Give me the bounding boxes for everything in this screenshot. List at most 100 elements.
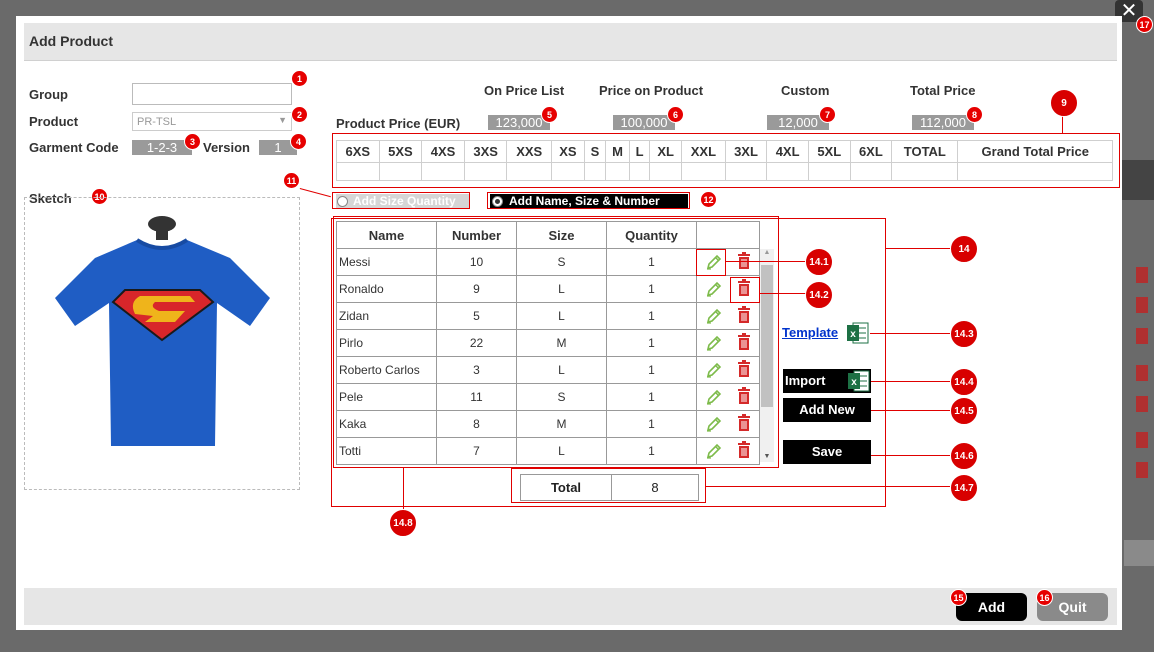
template-link[interactable]: Template: [782, 325, 838, 340]
size-cell[interactable]: [336, 162, 380, 181]
player-size: L: [516, 437, 607, 465]
table-row: Zidan 5 L 1: [336, 302, 760, 330]
row-actions: [696, 329, 760, 357]
size-cell[interactable]: [629, 162, 651, 181]
annotation-badge-14-5: 14.5: [950, 397, 978, 425]
size-cell[interactable]: [506, 162, 552, 181]
player-size: L: [516, 302, 607, 330]
scrollbar-thumb[interactable]: [761, 265, 773, 407]
size-cell[interactable]: [649, 162, 683, 181]
svg-text:x: x: [851, 377, 857, 388]
size-col-6xs: 6XS: [336, 140, 380, 163]
annotation-line-14-4: [871, 381, 950, 382]
col-actions: [696, 221, 760, 249]
annotation-badge-14-7: 14.7: [950, 474, 978, 502]
save-button[interactable]: Save: [783, 440, 871, 464]
pencil-icon[interactable]: [705, 388, 723, 409]
import-button[interactable]: Import x: [783, 369, 871, 393]
chevron-down-icon: ▼: [278, 115, 287, 125]
player-quantity: 1: [606, 356, 697, 384]
size-cell[interactable]: [724, 162, 768, 181]
size-cell[interactable]: [421, 162, 465, 181]
players-scrollbar[interactable]: ▲ ▼: [760, 249, 774, 462]
player-name: Totti: [336, 437, 437, 465]
size-cell[interactable]: [849, 162, 893, 181]
annotation-line-14-3: [870, 333, 950, 334]
annotation-badge-1: 1: [291, 70, 308, 87]
size-col-4xs: 4XS: [421, 140, 465, 163]
radio-unchecked[interactable]: [337, 196, 348, 207]
excel-icon: x: [848, 370, 870, 400]
scroll-down-icon[interactable]: ▼: [760, 453, 774, 460]
pencil-icon[interactable]: [705, 415, 723, 436]
annotation-line-14-2: [760, 293, 806, 294]
player-size: L: [516, 356, 607, 384]
annotation-badge-3: 3: [184, 133, 201, 150]
size-col-xs: XS: [550, 140, 585, 163]
annotation-badge-14: 14: [950, 235, 978, 263]
player-number: 7: [436, 437, 517, 465]
table-row: Totti 7 L 1: [336, 437, 760, 465]
product-label: Product: [29, 114, 79, 129]
pencil-icon[interactable]: [705, 361, 723, 382]
annotation-badge-14-4: 14.4: [950, 368, 978, 396]
add-name-size-number-option[interactable]: Add Name, Size & Number: [490, 194, 688, 208]
size-cell[interactable]: [378, 162, 423, 181]
pencil-icon[interactable]: [705, 307, 723, 328]
player-quantity: 1: [606, 383, 697, 411]
table-row: Pirlo 22 M 1: [336, 329, 760, 357]
size-cell[interactable]: [604, 162, 631, 181]
trash-icon[interactable]: [737, 333, 751, 354]
add-name-size-number-label: Add Name, Size & Number: [509, 194, 660, 208]
row-actions: [696, 410, 760, 438]
pencil-icon[interactable]: [705, 334, 723, 355]
size-cell[interactable]: [766, 162, 809, 181]
trash-icon[interactable]: [737, 387, 751, 408]
add-new-button[interactable]: Add New: [783, 398, 871, 422]
players-body: Messi 10 S 1 Ronaldo 9 L 1 Zidan 5 L 1 Pirlo 22 M 1 Robe…: [336, 248, 760, 465]
radio-checked[interactable]: [492, 196, 503, 207]
size-cell[interactable]: [681, 162, 726, 181]
price-header-custom: Custom: [781, 83, 830, 98]
player-name: Pele: [336, 383, 437, 411]
size-cell[interactable]: [463, 162, 508, 181]
scroll-up-icon[interactable]: ▲: [760, 249, 774, 256]
annotation-badge-14-6: 14.6: [950, 442, 978, 470]
row-actions: [696, 437, 760, 465]
product-select[interactable]: PR-TSL ▼: [132, 112, 292, 131]
group-input[interactable]: [132, 83, 292, 105]
total-value: 8: [611, 474, 699, 501]
size-cell[interactable]: [583, 162, 606, 181]
import-label: Import: [785, 373, 826, 388]
player-name: Pirlo: [336, 329, 437, 357]
group-label: Group: [29, 87, 68, 102]
sketch-area: [24, 197, 300, 490]
trash-icon[interactable]: [737, 252, 751, 273]
player-number: 5: [436, 302, 517, 330]
excel-icon[interactable]: x: [847, 322, 869, 347]
product-select-value: PR-TSL: [137, 116, 177, 128]
player-number: 11: [436, 383, 517, 411]
annotation-badge-8: 8: [966, 106, 983, 123]
pencil-icon[interactable]: [705, 280, 723, 301]
trash-icon[interactable]: [737, 441, 751, 462]
annotation-badge-16: 16: [1036, 589, 1053, 606]
pencil-icon[interactable]: [705, 442, 723, 463]
annotation-badge-11: 11: [283, 172, 300, 189]
player-quantity: 1: [606, 437, 697, 465]
garment-code-value: 1-2-3: [132, 140, 192, 155]
add-size-quantity-option[interactable]: Add Size Quantity: [336, 194, 469, 208]
trash-icon[interactable]: [737, 360, 751, 381]
col-size: Size: [516, 221, 607, 249]
size-col-l: L: [629, 140, 651, 163]
annotation-badge-7: 7: [819, 106, 836, 123]
annotation-badge-14-8: 14.8: [389, 509, 417, 537]
annotation-badge-12: 12: [700, 191, 717, 208]
size-cell[interactable]: [807, 162, 851, 181]
trash-icon[interactable]: [737, 306, 751, 327]
size-cell[interactable]: [550, 162, 585, 181]
trash-icon[interactable]: [737, 414, 751, 435]
player-quantity: 1: [606, 329, 697, 357]
product-price-label: Product Price (EUR): [336, 116, 461, 131]
price-value-total: 112,000: [912, 115, 974, 130]
